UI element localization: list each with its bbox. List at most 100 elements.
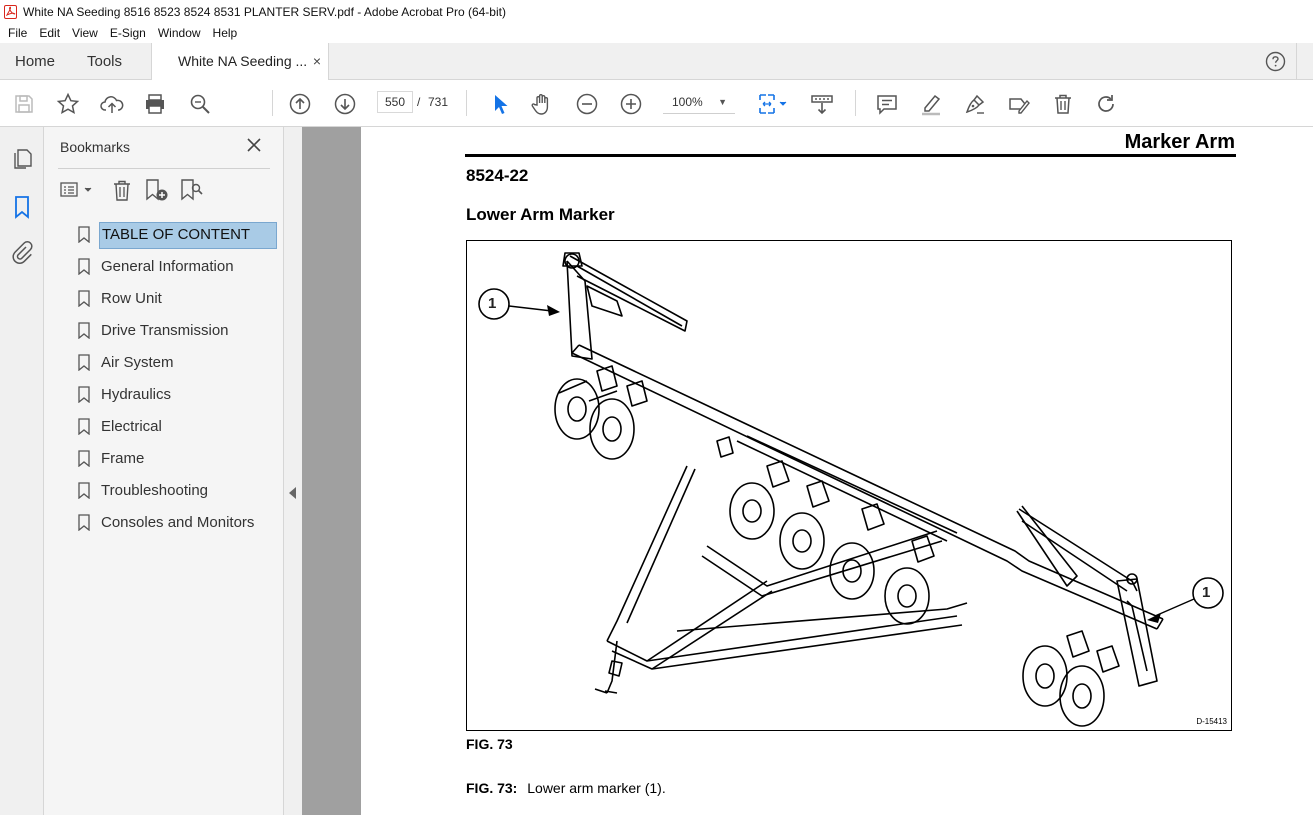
pdf-page: Marker Arm 8524-22 Lower Arm Marker 1 1 …	[361, 127, 1313, 815]
rotate-icon[interactable]	[1094, 92, 1118, 116]
bookmark-item-air-system[interactable]: Air System	[76, 350, 286, 376]
bookmark-label: Air System	[101, 354, 174, 371]
bookmark-item-hydraulics[interactable]: Hydraulics	[76, 382, 286, 408]
help-icon[interactable]	[1265, 51, 1286, 72]
toolbar-divider	[855, 90, 856, 116]
close-icon[interactable]	[246, 137, 262, 153]
zoom-value: 100%	[672, 95, 703, 109]
new-bookmark-icon[interactable]	[144, 177, 170, 203]
star-icon[interactable]	[56, 92, 80, 116]
hand-icon[interactable]	[530, 92, 554, 116]
delete-bookmark-icon[interactable]	[110, 177, 134, 203]
bookmark-label: TABLE OF CONTENT	[99, 222, 277, 249]
figure-label: FIG. 73	[466, 736, 513, 752]
bookmark-options-icon[interactable]	[60, 177, 94, 203]
bookmark-icon	[78, 258, 90, 275]
delete-icon[interactable]	[1051, 92, 1075, 116]
toolbar-divider	[466, 90, 467, 116]
acrobat-app-icon	[4, 4, 17, 19]
save-icon[interactable]	[12, 92, 36, 116]
page-number-input[interactable]: 550	[377, 91, 413, 113]
bookmark-item-consoles-and-monitors[interactable]: Consoles and Monitors	[76, 510, 286, 536]
header-rule	[465, 154, 1236, 157]
fit-page-icon[interactable]	[757, 92, 789, 116]
upload-icon[interactable]	[100, 92, 124, 116]
page-separator: /	[417, 95, 421, 109]
sign-in-area[interactable]	[1296, 43, 1313, 80]
bookmark-label: Troubleshooting	[101, 482, 209, 499]
window-title: White NA Seeding 8516 8523 8524 8531 PLA…	[23, 4, 506, 19]
bookmark-icon	[78, 386, 90, 403]
bookmark-label: Electrical	[101, 418, 162, 435]
tab-tools[interactable]: Tools	[87, 43, 122, 80]
panel-collapse-strip[interactable]	[284, 127, 302, 815]
document-viewport[interactable]: Marker Arm 8524-22 Lower Arm Marker 1 1 …	[302, 127, 1313, 815]
callout-1-right: 1	[1202, 584, 1211, 601]
menu-window[interactable]: Window	[152, 26, 207, 40]
toolbar-divider	[272, 90, 273, 116]
menu-bar: File Edit View E-Sign Window Help	[0, 23, 1313, 43]
section-title: Lower Arm Marker	[466, 205, 615, 224]
highlight-icon[interactable]	[919, 92, 943, 116]
bookmark-label: Drive Transmission	[101, 322, 229, 339]
figure-frame: 1 1 D-15413	[466, 240, 1232, 731]
find-bookmark-icon[interactable]	[179, 177, 205, 203]
menu-help[interactable]: Help	[207, 26, 244, 40]
select-cursor-icon[interactable]	[488, 92, 512, 116]
tab-bar: Home Tools White NA Seeding ... ×	[0, 43, 1313, 81]
menu-edit[interactable]: Edit	[33, 26, 66, 40]
menu-view[interactable]: View	[66, 26, 104, 40]
page-up-icon[interactable]	[288, 92, 312, 116]
menu-esign[interactable]: E-Sign	[104, 26, 152, 40]
bookmark-item-electrical[interactable]: Electrical	[76, 414, 286, 440]
planter-marker-arm-illustration	[478, 252, 1224, 727]
bookmark-item-troubleshooting[interactable]: Troubleshooting	[76, 478, 286, 504]
zoom-select[interactable]: 100% ▼	[663, 91, 735, 114]
tab-home[interactable]: Home	[15, 43, 55, 80]
bookmark-item-drive-transmission[interactable]: Drive Transmission	[76, 318, 286, 344]
page-thumbnails-icon[interactable]	[10, 147, 34, 171]
attachments-icon[interactable]	[10, 240, 34, 264]
search-zoom-icon[interactable]	[188, 92, 212, 116]
bookmark-panel-icon[interactable]	[10, 195, 34, 219]
fill-sign-icon[interactable]	[1007, 92, 1031, 116]
bookmark-icon	[78, 226, 90, 243]
tab-document-label: White NA Seeding ...	[178, 53, 308, 69]
page-header-title: Marker Arm	[1124, 131, 1235, 153]
scroll-mode-icon[interactable]	[810, 92, 834, 116]
tab-document[interactable]: White NA Seeding ... ×	[151, 43, 329, 81]
sign-icon[interactable]	[963, 92, 987, 116]
bookmarks-title: Bookmarks	[60, 139, 131, 155]
left-nav-rail	[0, 127, 44, 815]
caption-prefix: FIG. 73:	[466, 780, 518, 796]
zoom-in-icon[interactable]	[619, 92, 643, 116]
title-bar: White NA Seeding 8516 8523 8524 8531 PLA…	[0, 0, 1313, 23]
menu-file[interactable]: File	[2, 26, 33, 40]
bookmark-icon	[78, 514, 90, 531]
bookmark-icon	[78, 482, 90, 499]
callout-1-left: 1	[488, 295, 497, 312]
bookmark-label: Frame	[101, 450, 145, 467]
bookmark-icon	[78, 354, 90, 371]
figure-id: D-15413	[1196, 717, 1227, 726]
comment-icon[interactable]	[875, 92, 899, 116]
panel-divider	[58, 168, 270, 169]
close-icon[interactable]: ×	[313, 43, 321, 80]
bookmark-icon	[78, 418, 90, 435]
bookmark-label: Consoles and Monitors	[101, 514, 255, 531]
toolbar	[0, 80, 1313, 127]
page-down-icon[interactable]	[333, 92, 357, 116]
bookmark-item-row-unit[interactable]: Row Unit	[76, 286, 286, 312]
bookmark-label: Hydraulics	[101, 386, 172, 403]
bookmarks-panel: Bookmarks TABLE OF CONTENT General Infor…	[44, 127, 284, 815]
bookmark-item-general-information[interactable]: General Information	[76, 254, 286, 280]
collapse-left-icon[interactable]	[289, 487, 296, 499]
bookmark-icon	[78, 450, 90, 467]
bookmark-icon	[78, 322, 90, 339]
page-total: 731	[428, 95, 449, 109]
print-icon[interactable]	[143, 92, 167, 116]
bookmark-label: Row Unit	[101, 290, 162, 307]
bookmark-item-frame[interactable]: Frame	[76, 446, 286, 472]
zoom-out-icon[interactable]	[575, 92, 599, 116]
bookmark-item-table-of-content[interactable]: TABLE OF CONTENT	[76, 222, 286, 249]
